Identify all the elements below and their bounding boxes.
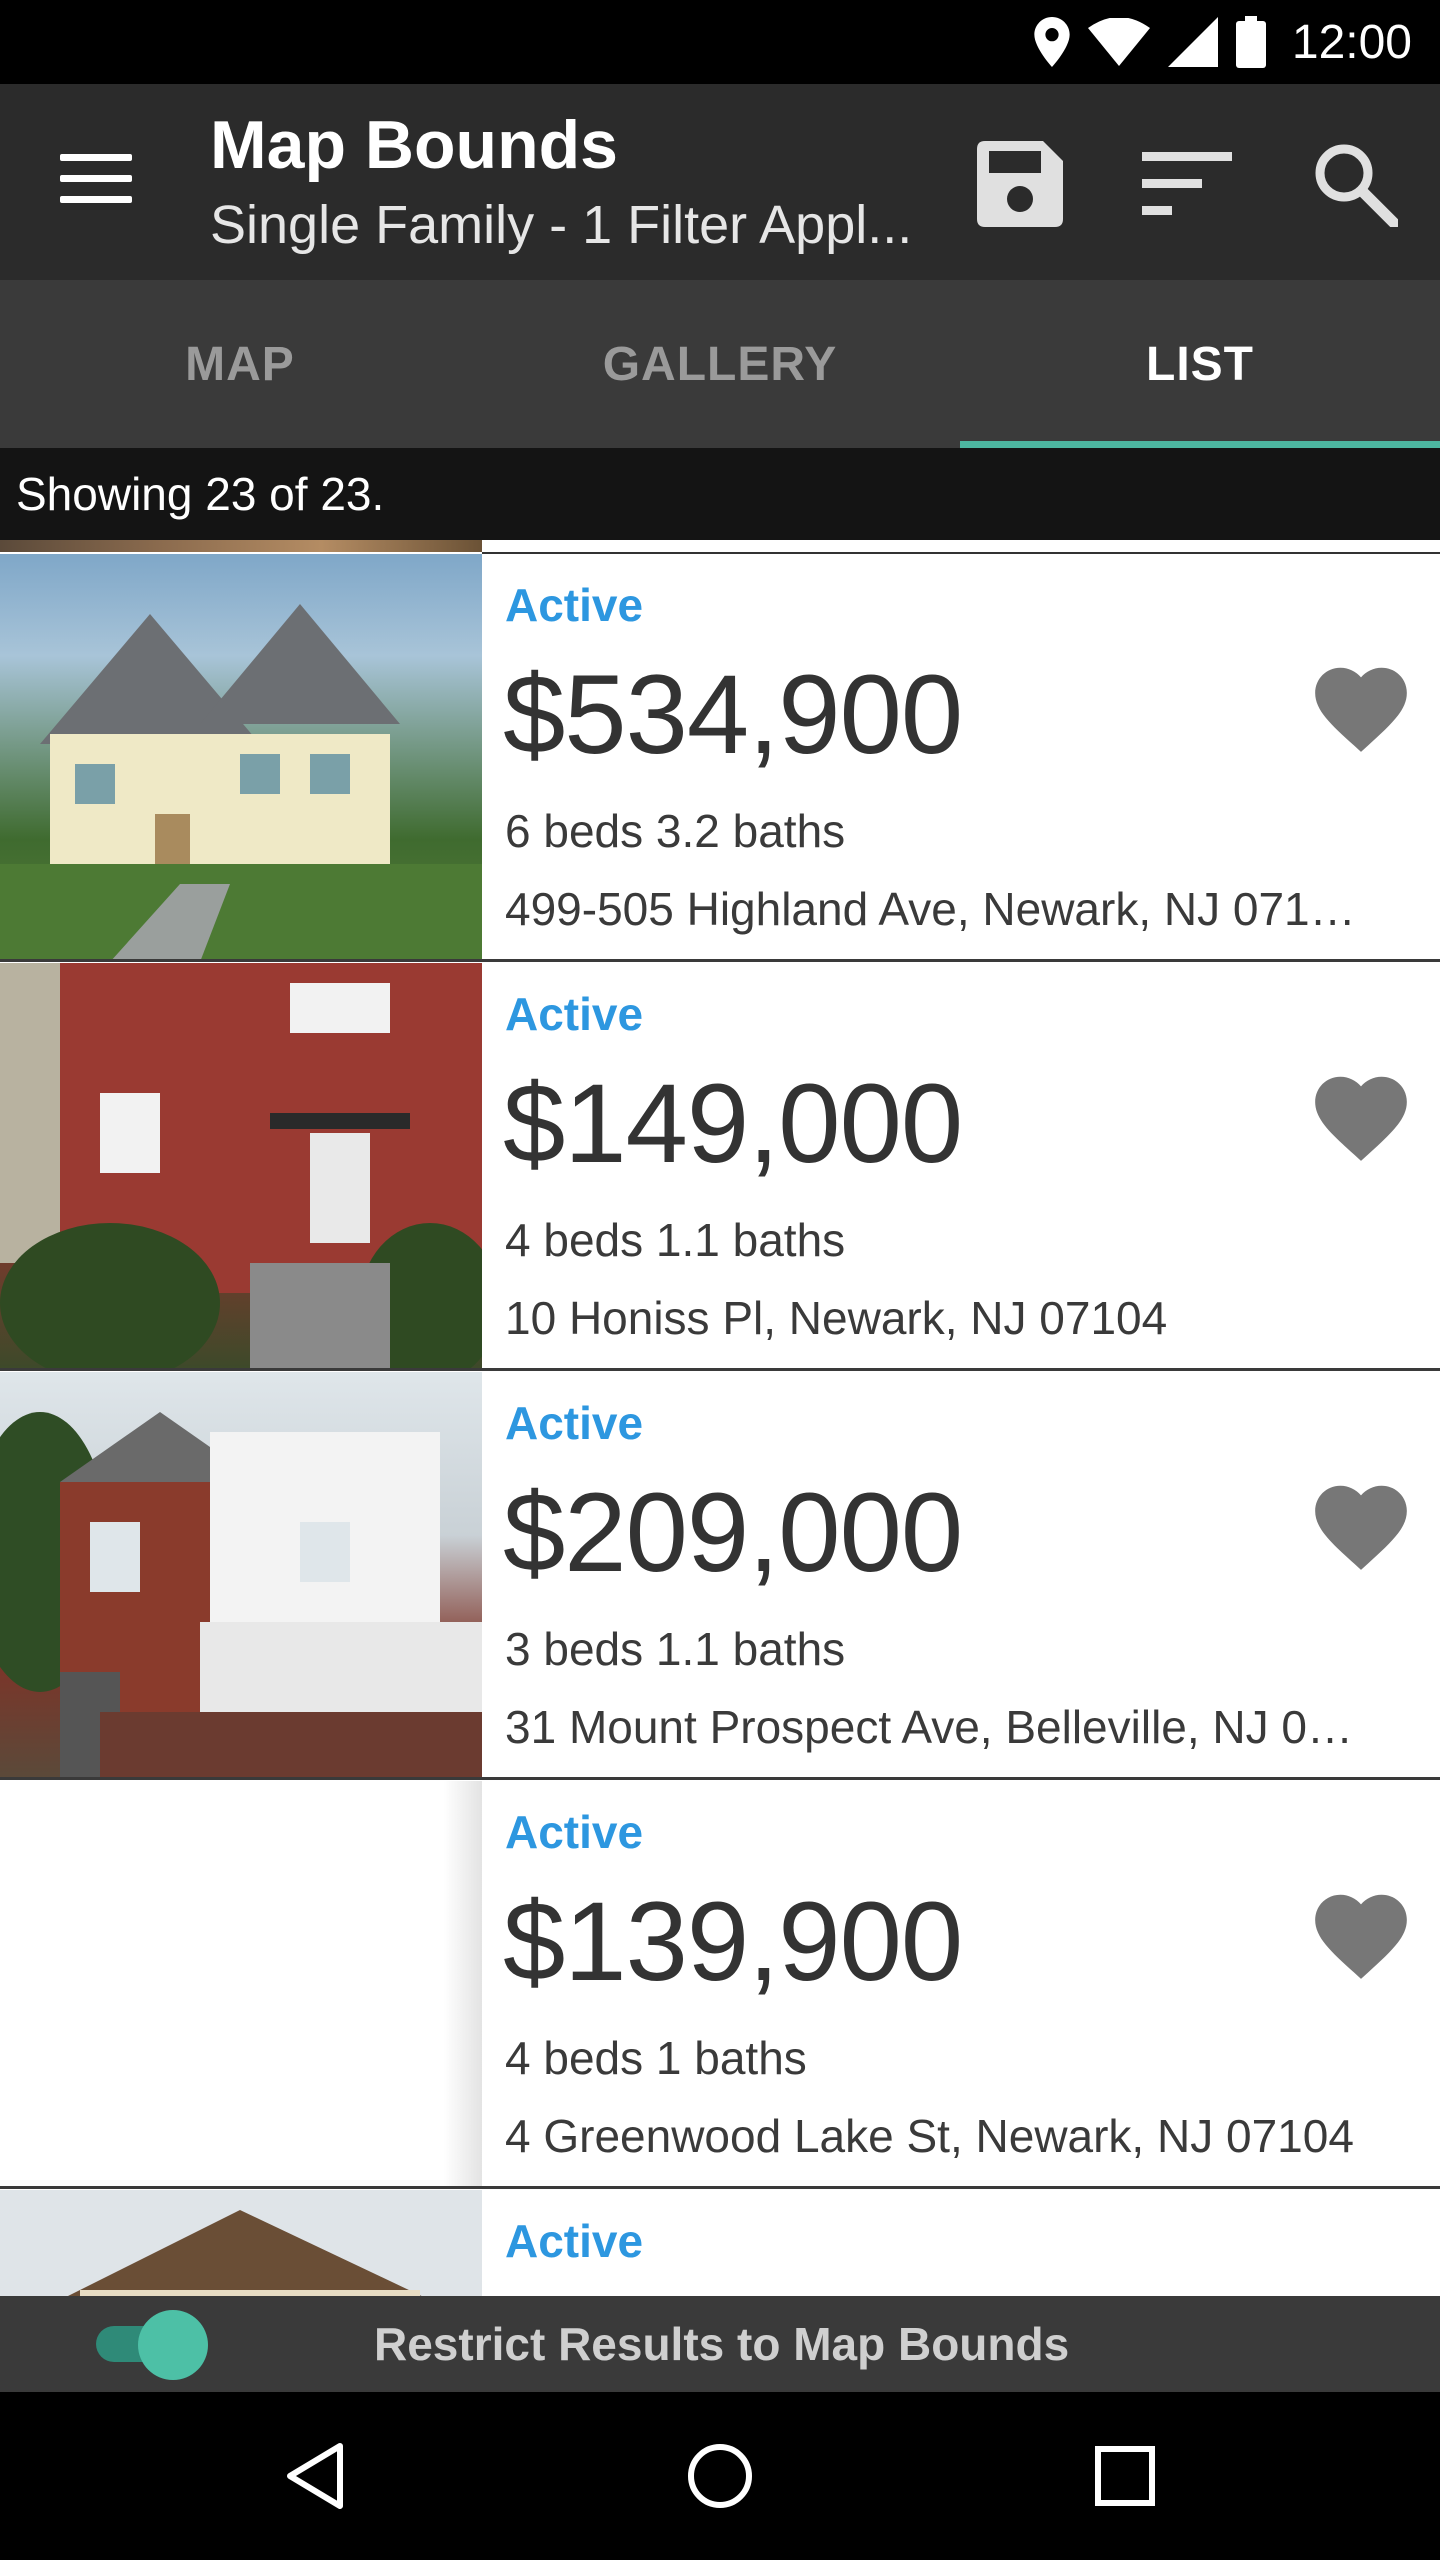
restrict-toggle-switch[interactable] — [138, 2310, 208, 2380]
restrict-results-bar: Restrict Results to Map Bounds — [0, 2296, 1440, 2392]
system-nav-bar — [0, 2392, 1440, 2560]
cell-signal-icon — [1167, 17, 1218, 67]
restrict-toggle-label: Restrict Results to Map Bounds — [374, 2318, 1070, 2370]
listing-photo[interactable] — [0, 1372, 482, 1780]
status-time: 12:00 — [1291, 15, 1412, 69]
sort-icon — [1142, 152, 1232, 215]
listing-photo[interactable] — [0, 963, 482, 1371]
house-illustration — [0, 2190, 482, 2296]
listing-price: $534,900 — [503, 652, 963, 777]
house-illustration — [0, 963, 482, 1371]
search-button[interactable] — [1305, 134, 1405, 234]
favorite-heart-icon[interactable] — [1306, 1881, 1416, 1991]
app-bar: Map Bounds Single Family - 1 Filter Appl… — [0, 84, 1440, 280]
listing-beds-baths: 4 beds 1 baths — [505, 2032, 807, 2084]
favorite-heart-icon[interactable] — [1306, 1472, 1416, 1582]
listing-status: Active — [505, 1397, 644, 1449]
listing-photo — [0, 540, 482, 552]
list-item-partial-top — [0, 540, 1440, 554]
listing-card[interactable]: Active $149,000 4 beds 1.1 baths 10 Honi… — [0, 963, 1440, 1371]
tab-gallery[interactable]: GALLERY — [480, 280, 960, 448]
recents-icon — [1095, 2446, 1155, 2506]
menu-icon-line — [60, 154, 132, 161]
tab-map[interactable]: MAP — [0, 280, 480, 448]
listing-list[interactable]: Active $534,900 6 beds 3.2 baths 499-505… — [0, 540, 1440, 2296]
listing-address: 10 Honiss Pl, Newark, NJ 07104 — [505, 1292, 1168, 1344]
sort-button[interactable] — [1137, 134, 1237, 234]
listing-status: Active — [505, 2215, 644, 2267]
listing-beds-baths: 6 beds 3.2 baths — [505, 805, 846, 857]
house-illustration — [0, 604, 482, 962]
listing-status: Active — [505, 579, 644, 631]
status-bar: 12:00 — [0, 0, 1440, 84]
divider — [0, 2186, 1440, 2189]
nav-recents-button[interactable] — [1075, 2426, 1175, 2526]
favorite-heart-icon[interactable] — [1306, 654, 1416, 764]
location-icon — [1034, 17, 1070, 67]
listing-photo[interactable] — [0, 2190, 482, 2296]
status-icons: 12:00 — [1034, 0, 1412, 84]
house-illustration — [0, 1412, 482, 1780]
listing-address: 499-505 Highland Ave, Newark, NJ 071… — [505, 883, 1356, 935]
favorite-heart-icon[interactable] — [1306, 1063, 1416, 1173]
nav-back-button[interactable] — [265, 2426, 365, 2526]
listing-status: Active — [505, 1806, 644, 1858]
screen: 12:00 Map Bounds Single Family - 1 Filte… — [0, 0, 1440, 2560]
page-subtitle[interactable]: Single Family - 1 Filter Appl... — [210, 194, 912, 256]
listing-beds-baths: 4 beds 1.1 baths — [505, 1214, 846, 1266]
listing-address: 31 Mount Prospect Ave, Belleville, NJ 0… — [505, 1701, 1354, 1753]
page-title: Map Bounds — [210, 107, 618, 183]
divider — [0, 959, 1440, 962]
listing-address: 4 Greenwood Lake St, Newark, NJ 07104 — [505, 2110, 1354, 2162]
wifi-icon — [1087, 18, 1150, 66]
save-search-button[interactable] — [970, 134, 1070, 234]
listing-card[interactable]: Active $534,900 6 beds 3.2 baths 499-505… — [0, 554, 1440, 962]
home-icon — [688, 2444, 752, 2508]
battery-icon — [1235, 16, 1266, 68]
results-count: Showing 23 of 23. — [0, 448, 1440, 540]
listing-photo-placeholder[interactable] — [0, 1781, 482, 2189]
listing-price: $209,000 — [503, 1470, 963, 1595]
listing-beds-baths: 3 beds 1.1 baths — [505, 1623, 846, 1675]
search-icon — [1315, 144, 1398, 227]
menu-button[interactable] — [60, 154, 132, 210]
nav-home-button[interactable] — [670, 2426, 770, 2526]
listing-card[interactable]: Active $139,900 4 beds 1 baths 4 Greenwo… — [0, 1781, 1440, 2189]
listing-card[interactable]: Active $209,000 3 beds 1.1 baths 31 Moun… — [0, 1372, 1440, 1780]
divider — [0, 1368, 1440, 1371]
save-icon — [977, 141, 1063, 227]
listing-status: Active — [505, 988, 644, 1040]
tab-bar: MAP GALLERY LIST — [0, 280, 1440, 448]
divider — [0, 1777, 1440, 1780]
tab-list[interactable]: LIST — [960, 280, 1440, 448]
menu-icon-line — [60, 175, 132, 182]
listing-price: $149,000 — [503, 1061, 963, 1186]
listing-price: $139,900 — [503, 1879, 963, 2004]
listing-card[interactable]: Active — [0, 2190, 1440, 2296]
menu-icon-line — [60, 196, 132, 203]
listing-photo[interactable] — [0, 554, 482, 962]
back-icon — [287, 2443, 343, 2509]
